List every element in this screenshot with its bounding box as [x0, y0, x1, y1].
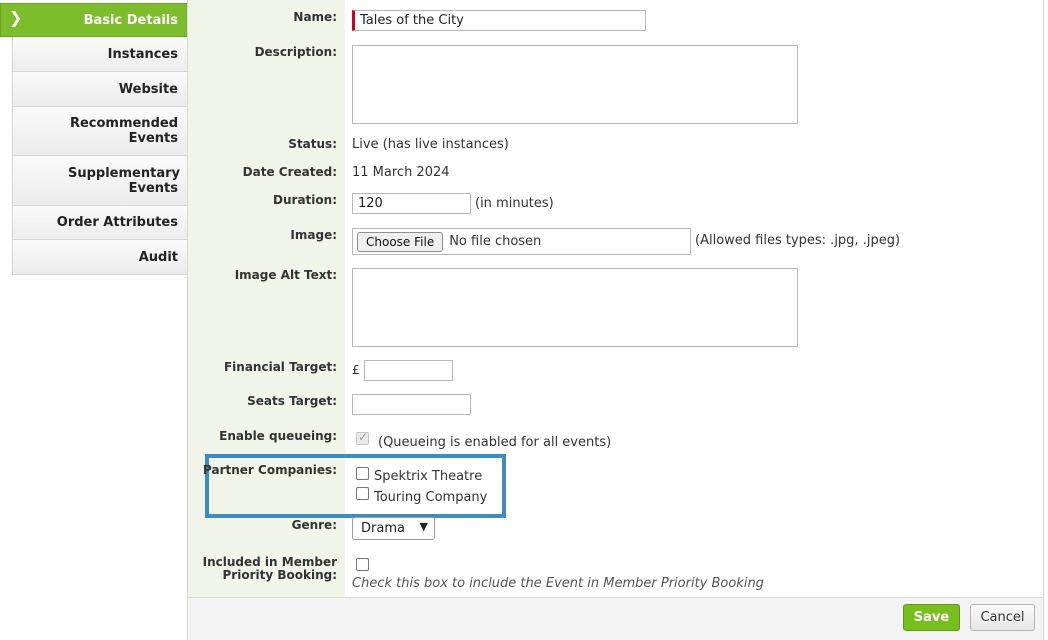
member-priority-hint: Check this box to include the Event in M…	[352, 576, 764, 591]
partner-companies-label: Partner Companies:	[203, 463, 337, 477]
sidebar-item-website[interactable]: Website	[12, 72, 188, 107]
sidebar-item-audit[interactable]: Audit	[12, 240, 188, 275]
chevron-down-icon: ▼	[419, 520, 428, 533]
financial-target-input[interactable]	[364, 360, 453, 381]
date-created-value: 11 March 2024	[352, 165, 450, 180]
financial-target-label: Financial Target:	[223, 360, 337, 374]
genre-selected-value: Drama	[361, 521, 405, 536]
image-alt-textarea[interactable]	[352, 268, 798, 347]
cancel-button[interactable]: Cancel	[970, 604, 1035, 631]
name-input[interactable]	[352, 10, 646, 31]
chevron-right-icon: ❯	[9, 8, 23, 27]
duration-input[interactable]	[352, 193, 471, 214]
queueing-checkbox: ✓	[356, 430, 369, 445]
seats-target-label: Seats Target:	[247, 394, 337, 408]
name-label: Name:	[293, 10, 337, 24]
sidebar-item-label: Website	[118, 81, 178, 97]
choose-file-button[interactable]: Choose File	[357, 231, 444, 252]
sidebar-item-label: Audit	[138, 249, 178, 265]
partner-spektrix-label: Spektrix Theatre	[374, 469, 483, 484]
sidebar-item-basic-details[interactable]: ❯ Basic Details	[0, 3, 199, 37]
image-hint: (Allowed files types: .jpg, .jpeg)	[695, 233, 901, 248]
duration-suffix: (in minutes)	[475, 196, 554, 211]
checkmark-icon: ✓	[358, 430, 369, 444]
image-file-input[interactable]: Choose File No file chosen	[352, 228, 691, 255]
member-priority-checkbox[interactable]	[356, 558, 369, 571]
sidebar-item-label: Order Attributes	[56, 215, 178, 230]
duration-label: Duration:	[273, 193, 337, 207]
queueing-label: Enable queueing:	[219, 429, 337, 443]
description-textarea[interactable]	[352, 45, 798, 124]
queueing-note: (Queueing is enabled for all events)	[378, 435, 612, 450]
partner-spektrix-checkbox[interactable]	[356, 467, 369, 480]
sidebar-nav: ❯ Basic Details Instances Website Recomm…	[0, 3, 199, 275]
sidebar-item-recommended-events[interactable]: Recommended Events	[12, 107, 188, 156]
save-button[interactable]: Save	[903, 604, 960, 631]
sidebar-item-order-attributes[interactable]: Order Attributes	[12, 206, 188, 240]
sidebar-item-label: Recommended Events	[69, 116, 178, 146]
sidebar-item-supplementary-events[interactable]: Supplementary Events	[12, 156, 188, 206]
member-priority-label: Included in Member Priority Booking:	[202, 555, 337, 582]
event-form: Name: Description: Status: Live (has liv…	[187, 0, 1044, 640]
status-value: Live (has live instances)	[352, 137, 509, 152]
image-alt-label: Image Alt Text:	[234, 268, 337, 282]
genre-select[interactable]: Drama ▼	[352, 517, 435, 540]
sidebar-item-label: Instances	[107, 46, 178, 62]
image-label: Image:	[290, 228, 337, 242]
date-created-label: Date Created:	[242, 165, 337, 179]
status-label: Status:	[288, 137, 337, 151]
form-footer: Save Cancel	[188, 597, 1043, 640]
partner-touring-label: Touring Company	[374, 490, 488, 505]
genre-label: Genre:	[291, 518, 337, 532]
currency-symbol: £	[352, 363, 360, 377]
sidebar-item-instances[interactable]: Instances	[12, 37, 188, 72]
seats-target-input[interactable]	[352, 394, 471, 415]
sidebar-item-label: Supplementary Events	[68, 165, 180, 196]
sidebar-item-label: Basic Details	[83, 12, 178, 28]
file-status-text: No file chosen	[449, 234, 542, 249]
description-label: Description:	[254, 45, 337, 59]
partner-touring-checkbox[interactable]	[356, 487, 369, 500]
